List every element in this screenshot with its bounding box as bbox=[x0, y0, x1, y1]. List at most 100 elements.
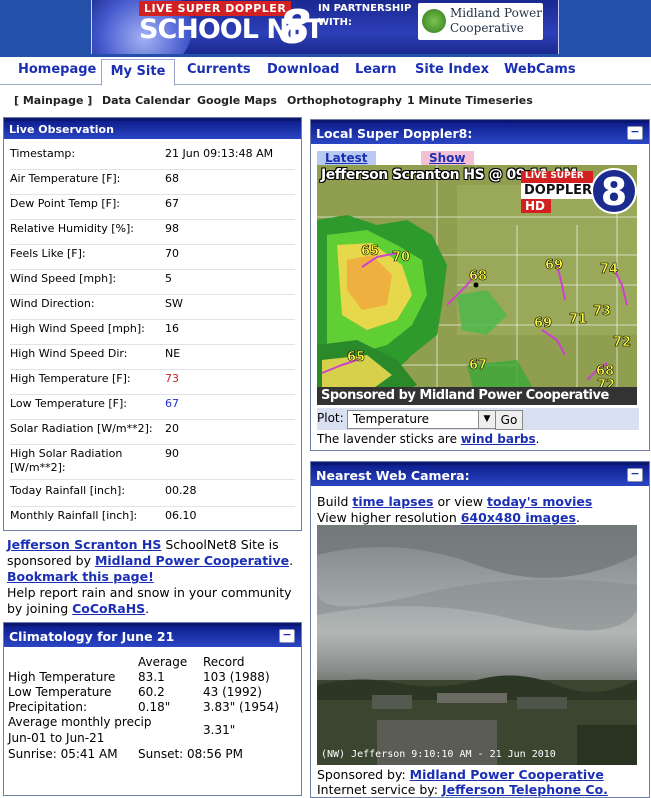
internet-provider-link[interactable]: Jefferson Telephone Co. bbox=[442, 782, 608, 797]
obs-value: 16 bbox=[165, 322, 179, 335]
clim-row: High Temperature 83.1 103 (1988) bbox=[8, 670, 298, 685]
or-view-text: or view bbox=[433, 494, 487, 509]
temp-label: 73 bbox=[593, 304, 611, 319]
clim-rec: 3.83" (1954) bbox=[203, 700, 279, 714]
obs-label: Low Temperature [F]: bbox=[10, 397, 127, 410]
clim-avg: 83.1 bbox=[138, 670, 165, 684]
obs-value: 00.28 bbox=[165, 484, 197, 497]
climatology-table: Average Record High Temperature 83.1 103… bbox=[8, 655, 298, 762]
subnav-orthophotography[interactable]: Orthophotography bbox=[287, 94, 402, 107]
clim-monthly-value: 3.31" bbox=[203, 723, 236, 737]
obs-row-high-temp: High Temperature [F]: 73 bbox=[10, 372, 295, 395]
obs-label: Feels Like [F]: bbox=[10, 247, 86, 260]
collapse-icon[interactable]: − bbox=[279, 629, 295, 643]
site-link[interactable]: Jefferson Scranton HS bbox=[7, 537, 161, 552]
tab-download[interactable]: Download bbox=[261, 58, 345, 82]
webcam-panel: Nearest Web Camera: − Build time lapses … bbox=[310, 461, 650, 798]
obs-row-high-wind-speed: High Wind Speed [mph]: 16 bbox=[10, 322, 295, 345]
obs-row-high-solar-radiation: High Solar Radiation [W/m**2]: 90 bbox=[10, 447, 295, 480]
clim-col-record: Record bbox=[203, 655, 245, 669]
obs-value: NE bbox=[165, 347, 181, 360]
clim-label: Low Temperature bbox=[8, 685, 112, 699]
clim-monthly-range: Jun-01 to Jun-21 bbox=[8, 731, 105, 745]
cocorahs-link[interactable]: CoCoRaHS bbox=[72, 601, 145, 616]
channel-8-logo: 8 bbox=[278, 0, 311, 54]
obs-label: Timestamp: bbox=[10, 147, 76, 160]
obs-value: 68 bbox=[165, 172, 179, 185]
obs-row-monthly-rainfall: Monthly Rainfall [inch]: 06.10 bbox=[10, 509, 295, 529]
tab-currents[interactable]: Currents bbox=[181, 58, 257, 82]
subnav-google-maps[interactable]: Google Maps bbox=[197, 94, 277, 107]
clim-rec: 103 (1988) bbox=[203, 670, 270, 684]
subnav-1-minute-timeseries[interactable]: 1 Minute Timeseries bbox=[407, 94, 533, 107]
chevron-down-icon[interactable]: ▼ bbox=[478, 411, 495, 428]
obs-row-today-rainfall: Today Rainfall [inch]: 00.28 bbox=[10, 484, 295, 507]
radar-image: 65 70 68 69 74 73 71 69 72 65 67 68 72 J… bbox=[317, 165, 637, 405]
collapse-icon[interactable]: − bbox=[627, 468, 643, 482]
obs-value: 67 bbox=[165, 197, 179, 210]
sponsored-by-text: Sponsored by: bbox=[317, 767, 410, 782]
temp-label: 69 bbox=[545, 258, 563, 273]
tab-my-site[interactable]: My Site bbox=[101, 59, 175, 86]
go-button[interactable]: Go bbox=[495, 410, 523, 430]
radar-logo-top: LIVE SUPER bbox=[525, 171, 584, 181]
temp-label: 70 bbox=[392, 250, 410, 265]
clim-col-average: Average bbox=[138, 655, 188, 669]
subnav-mainpage[interactable]: [ Mainpage ] bbox=[14, 94, 92, 107]
obs-value: 21 Jun 09:13:48 AM bbox=[165, 147, 274, 160]
collapse-icon[interactable]: − bbox=[627, 126, 643, 140]
clim-row: Low Temperature 60.2 43 (1992) bbox=[8, 685, 298, 700]
hires-images-link[interactable]: 640x480 images bbox=[461, 510, 576, 525]
station-marker bbox=[473, 282, 479, 288]
clim-header-row: Average Record bbox=[8, 655, 298, 670]
partnership-text: IN PARTNERSHIP WITH: bbox=[318, 3, 412, 28]
obs-value: 70 bbox=[165, 247, 179, 260]
main-navigation: Homepage My Site Currents Download Learn… bbox=[0, 58, 651, 86]
midland-power-name: Midland Power Cooperative bbox=[450, 6, 542, 35]
clim-rec: 43 (1992) bbox=[203, 685, 262, 699]
obs-value: 90 bbox=[165, 447, 179, 460]
barbs-end: . bbox=[535, 432, 540, 446]
tab-webcams[interactable]: WebCams bbox=[498, 58, 582, 82]
bookmark-link[interactable]: Bookmark this page! bbox=[7, 569, 154, 584]
temp-label: 65 bbox=[347, 350, 365, 365]
midland-power-logo: Midland Power Cooperative bbox=[418, 3, 543, 40]
internet-text: Internet service by: bbox=[317, 782, 442, 797]
obs-label: Relative Humidity [%]: bbox=[10, 222, 134, 235]
climatology-title: Climatology for June 21 − bbox=[4, 623, 301, 647]
clim-avg: 0.18" bbox=[138, 700, 171, 714]
webcam-sponsor-line: Sponsored by: Midland Power Cooperative bbox=[317, 767, 604, 782]
build-text: Build bbox=[317, 494, 353, 509]
help-end: . bbox=[145, 601, 150, 616]
obs-label: High Wind Speed [mph]: bbox=[10, 322, 145, 335]
sub-navigation: [ Mainpage ] Data Calendar Google Maps O… bbox=[0, 86, 651, 114]
tab-site-index[interactable]: Site Index bbox=[409, 58, 495, 82]
webcam-links-line-2: View higher resolution 640x480 images. bbox=[317, 510, 580, 525]
webcam-internet-line: Internet service by: Jefferson Telephone… bbox=[317, 782, 608, 797]
top-banner-bar: LIVE SUPER DOPPLER SCHOOL NET 8 IN PARTN… bbox=[0, 0, 651, 57]
temp-label: 74 bbox=[600, 262, 618, 277]
doppler-panel: Local Super Doppler8: − Latest Image Sho… bbox=[310, 119, 650, 451]
obs-value: 5 bbox=[165, 272, 172, 285]
subnav-data-calendar[interactable]: Data Calendar bbox=[102, 94, 190, 107]
obs-label: Dew Point Temp [F]: bbox=[10, 197, 120, 210]
leaf-icon bbox=[422, 9, 446, 33]
webcam-scene bbox=[317, 525, 637, 765]
sponsor-text-2: . bbox=[289, 553, 294, 568]
obs-value: SW bbox=[165, 297, 183, 310]
obs-label: Air Temperature [F]: bbox=[10, 172, 121, 185]
obs-label: Solar Radiation [W/m**2]: bbox=[10, 422, 153, 435]
tab-learn[interactable]: Learn bbox=[349, 58, 403, 82]
wind-barbs-link[interactable]: wind barbs bbox=[461, 432, 536, 446]
live-observation-title: Live Observation bbox=[4, 118, 301, 139]
webcam-image[interactable]: (NW) Jefferson 9:10:10 AM - 21 Jun 2010 bbox=[317, 525, 637, 765]
live-super-doppler-hd-logo: 8 LIVE SUPER DOPPLER HD bbox=[517, 165, 637, 217]
barbs-text: The lavender sticks are bbox=[317, 432, 461, 446]
clim-label: High Temperature bbox=[8, 670, 116, 684]
webcam-sponsor-link[interactable]: Midland Power Cooperative bbox=[410, 767, 604, 782]
tab-homepage[interactable]: Homepage bbox=[12, 58, 102, 82]
plot-select[interactable]: Temperature ▼ bbox=[347, 410, 496, 429]
todays-movies-link[interactable]: today's movies bbox=[487, 494, 592, 509]
sponsor-link[interactable]: Midland Power Cooperative bbox=[95, 553, 289, 568]
time-lapses-link[interactable]: time lapses bbox=[352, 494, 433, 509]
